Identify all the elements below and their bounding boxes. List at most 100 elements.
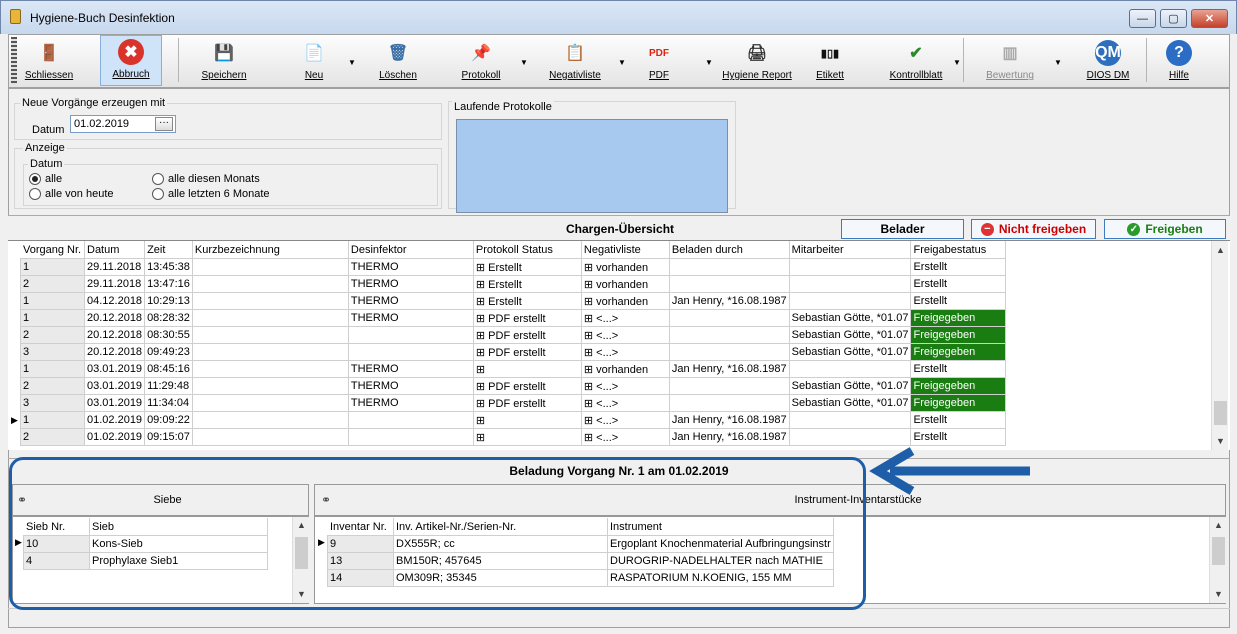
- table-cell[interactable]: Freigegeben: [910, 394, 1007, 412]
- table-cell[interactable]: ⊞ vorhanden: [580, 292, 670, 310]
- table-cell[interactable]: 2: [20, 428, 85, 446]
- table-cell[interactable]: DUROGRIP-NADELHALTER nach MATHIE: [607, 552, 834, 570]
- table-cell[interactable]: 01.02.2019: [83, 428, 146, 446]
- dropdown-arrow-icon[interactable]: ▼: [618, 58, 626, 67]
- table-cell[interactable]: ⊞ PDF erstellt: [472, 377, 582, 395]
- table-cell[interactable]: [347, 411, 474, 429]
- column-header[interactable]: Zeit: [144, 241, 193, 259]
- table-cell[interactable]: [347, 428, 474, 446]
- table-cell[interactable]: [347, 343, 474, 361]
- table-cell[interactable]: ⊞ Erstellt: [472, 292, 582, 310]
- table-cell[interactable]: [788, 275, 912, 293]
- pdf-button[interactable]: PDF PDF: [628, 35, 690, 86]
- minimize-button[interactable]: —: [1129, 9, 1156, 28]
- table-row[interactable]: 3 03.01.2019 11:34:04 THERMO ⊞ PDF erstellt ⊞…: [20, 394, 1007, 412]
- table-cell[interactable]: [191, 411, 349, 429]
- table-cell[interactable]: 10:29:13: [144, 292, 193, 310]
- table-cell[interactable]: DX555R; cc: [393, 535, 608, 553]
- instrumente-scrollbar[interactable]: ▲ ▼: [1209, 517, 1226, 603]
- table-cell[interactable]: [191, 275, 349, 293]
- table-cell[interactable]: Sebastian Götte, *01.07: [788, 326, 912, 344]
- table-cell[interactable]: [191, 292, 349, 310]
- table-cell[interactable]: 13: [327, 552, 394, 570]
- table-cell[interactable]: [668, 258, 790, 276]
- table-cell[interactable]: Sebastian Götte, *01.07: [788, 343, 912, 361]
- hilfe-button[interactable]: ? Hilfe: [1148, 35, 1210, 86]
- scroll-thumb[interactable]: [1214, 401, 1227, 425]
- table-cell[interactable]: 11:29:48: [144, 377, 193, 395]
- radio-letzten-6-monate[interactable]: alle letzten 6 Monate: [152, 188, 270, 200]
- column-header[interactable]: Negativliste: [580, 241, 670, 259]
- bewertung-button[interactable]: ▥ Bewertung: [980, 35, 1040, 86]
- schliessen-button[interactable]: 🚪 Schliessen: [18, 35, 80, 86]
- table-cell[interactable]: 10: [23, 535, 90, 553]
- protokoll-button[interactable]: 📌 Protokoll: [448, 35, 514, 86]
- table-cell[interactable]: ⊞ Erstellt: [472, 258, 582, 276]
- column-header[interactable]: Inv. Artikel-Nr./Serien-Nr.: [393, 518, 608, 536]
- scroll-down-arrow[interactable]: ▼: [293, 589, 310, 599]
- table-row[interactable]: 2 29.11.2018 13:47:16 THERMO ⊞ Erstellt ⊞ vor…: [20, 275, 1007, 293]
- scroll-up-arrow[interactable]: ▲: [1210, 520, 1227, 530]
- chargen-scrollbar[interactable]: ▲ ▼: [1211, 241, 1228, 450]
- table-row[interactable]: 2 03.01.2019 11:29:48 THERMO ⊞ PDF erstellt ⊞…: [20, 377, 1007, 395]
- table-cell[interactable]: ⊞ vorhanden: [580, 258, 670, 276]
- table-cell[interactable]: 01.02.2019: [83, 411, 146, 429]
- table-cell[interactable]: Jan Henry, *16.08.1987: [668, 411, 790, 429]
- column-header[interactable]: Instrument: [607, 518, 834, 536]
- table-cell[interactable]: [668, 343, 790, 361]
- table-cell[interactable]: 09:09:22: [144, 411, 193, 429]
- table-cell[interactable]: ⊞: [472, 428, 582, 446]
- table-cell[interactable]: [788, 360, 912, 378]
- table-cell[interactable]: [788, 292, 912, 310]
- table-cell[interactable]: 11:34:04: [144, 394, 193, 412]
- close-window-button[interactable]: ✕: [1191, 9, 1228, 28]
- table-cell[interactable]: Erstellt: [910, 258, 1007, 276]
- table-cell[interactable]: [668, 309, 790, 327]
- table-cell[interactable]: ⊞ PDF erstellt: [472, 309, 582, 327]
- binoculars-icon[interactable]: ⚭: [321, 493, 331, 507]
- table-cell[interactable]: Sebastian Götte, *01.07: [788, 377, 912, 395]
- column-header[interactable]: Beladen durch: [668, 241, 790, 259]
- table-row[interactable]: 1 03.01.2019 08:45:16 THERMO ⊞ ⊞ vorhanden Jan…: [20, 360, 1007, 378]
- table-cell[interactable]: THERMO: [347, 275, 474, 293]
- table-cell[interactable]: ⊞: [472, 411, 582, 429]
- table-cell[interactable]: ⊞ PDF erstellt: [472, 326, 582, 344]
- table-cell[interactable]: [788, 428, 912, 446]
- radio-alle-diesen-monats[interactable]: alle diesen Monats: [152, 173, 260, 185]
- table-cell[interactable]: Freigegeben: [910, 326, 1007, 344]
- table-cell[interactable]: Erstellt: [910, 411, 1007, 429]
- column-header[interactable]: Freigabestatus: [910, 241, 1007, 259]
- column-header[interactable]: Kurzbezeichnung: [191, 241, 349, 259]
- table-cell[interactable]: THERMO: [347, 360, 474, 378]
- table-cell[interactable]: ⊞ <...>: [580, 411, 670, 429]
- table-cell[interactable]: 1: [20, 309, 85, 327]
- table-cell[interactable]: Kons-Sieb: [89, 535, 268, 553]
- neu-button[interactable]: 📄 Neu: [284, 35, 344, 86]
- table-cell[interactable]: [191, 326, 349, 344]
- table-cell[interactable]: Erstellt: [910, 275, 1007, 293]
- table-cell[interactable]: 20.12.2018: [83, 309, 146, 327]
- table-cell[interactable]: ⊞ <...>: [580, 343, 670, 361]
- table-cell[interactable]: 29.11.2018: [83, 275, 146, 293]
- table-cell[interactable]: THERMO: [347, 377, 474, 395]
- abbruch-button[interactable]: ✖ Abbruch: [100, 35, 162, 86]
- speichern-button[interactable]: 💾 Speichern: [193, 35, 255, 86]
- dropdown-arrow-icon[interactable]: ▼: [1054, 58, 1062, 67]
- table-cell[interactable]: 03.01.2019: [83, 394, 146, 412]
- table-cell[interactable]: Freigegeben: [910, 309, 1007, 327]
- table-cell[interactable]: THERMO: [347, 258, 474, 276]
- kontrollblatt-button[interactable]: ✔ Kontrollblatt: [876, 35, 956, 86]
- table-cell[interactable]: 08:45:16: [144, 360, 193, 378]
- table-row[interactable]: 1 29.11.2018 13:45:38 THERMO ⊞ Erstellt ⊞ vor…: [20, 258, 1007, 276]
- dropdown-arrow-icon[interactable]: ▼: [520, 58, 528, 67]
- table-cell[interactable]: [668, 394, 790, 412]
- table-cell[interactable]: Erstellt: [910, 360, 1007, 378]
- table-cell[interactable]: Erstellt: [910, 292, 1007, 310]
- dios_dm-button[interactable]: QM DIOS DM: [1072, 35, 1144, 86]
- belader-button[interactable]: Belader: [841, 219, 964, 239]
- table-cell[interactable]: [191, 377, 349, 395]
- table-cell[interactable]: ⊞: [472, 360, 582, 378]
- table-cell[interactable]: RASPATORIUM N.KOENIG, 155 MM: [607, 569, 834, 587]
- table-cell[interactable]: [788, 258, 912, 276]
- table-cell[interactable]: Jan Henry, *16.08.1987: [668, 360, 790, 378]
